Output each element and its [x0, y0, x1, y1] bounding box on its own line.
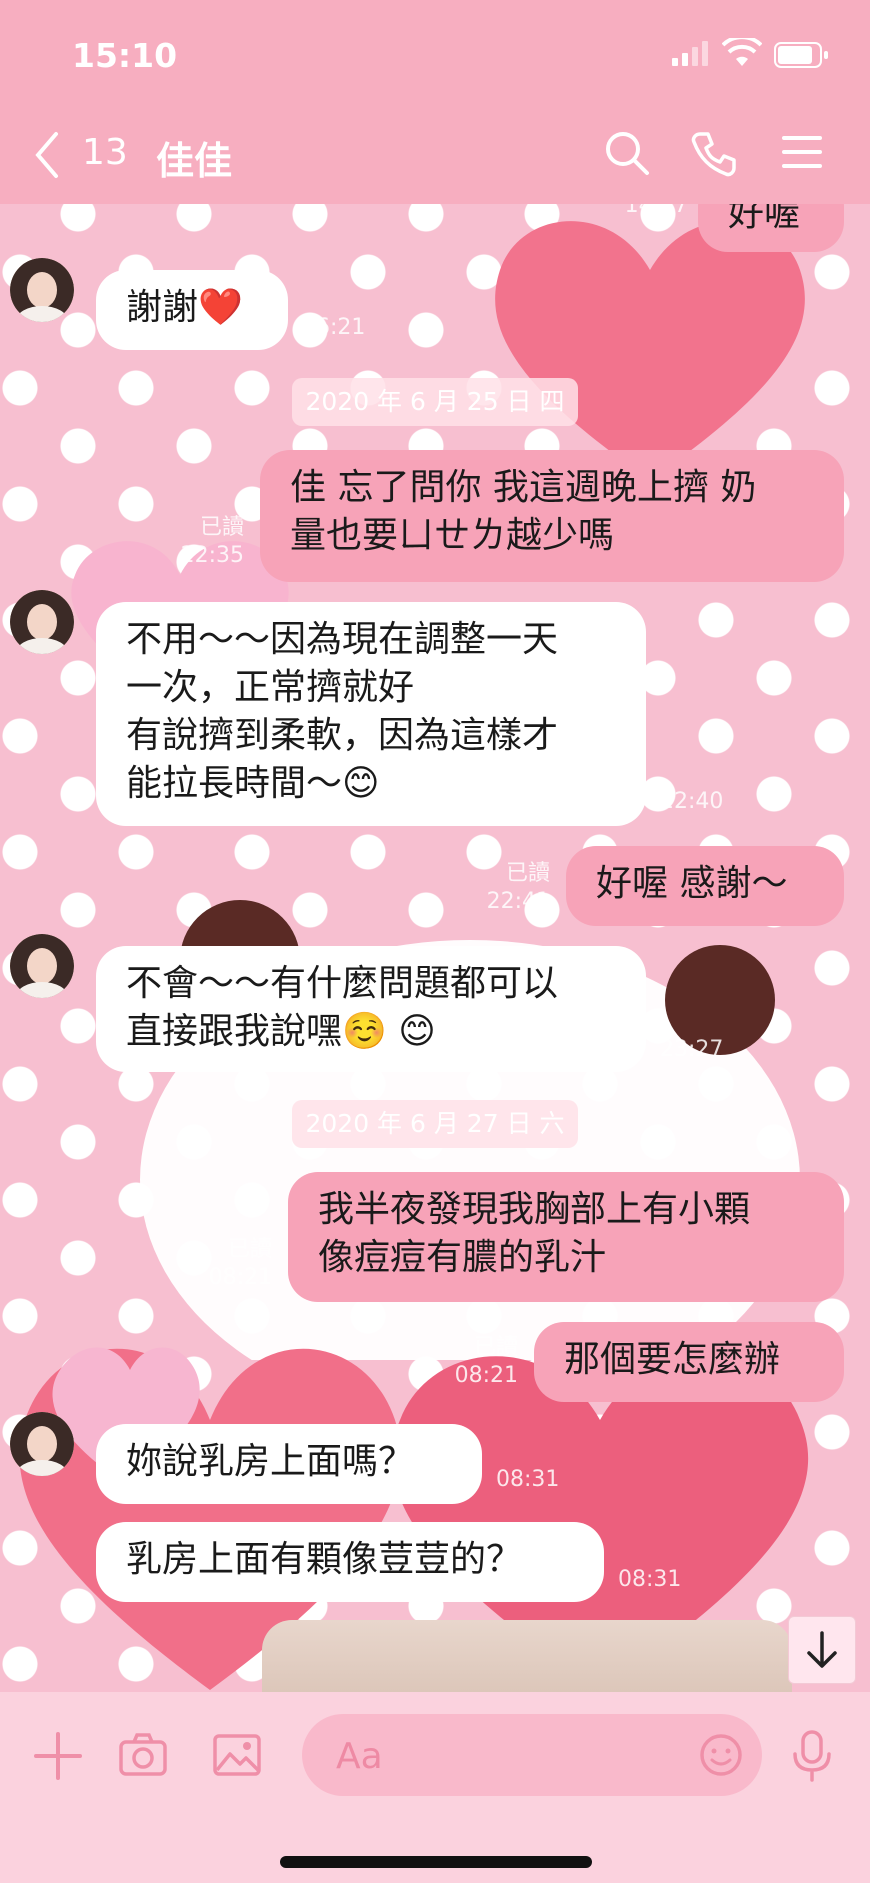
read-receipt: 已讀 [227, 1237, 272, 1262]
message-input-placeholder: Aa [336, 1736, 383, 1777]
status-time: 15:10 [72, 36, 178, 75]
read-receipt: 已讀 [505, 861, 550, 886]
input-bar: Aa [0, 1692, 870, 1883]
outgoing-message[interactable]: 我半夜發現我胸部上有小顆 像痘痘有膿的乳汁 [288, 1172, 844, 1302]
incoming-message[interactable]: 妳說乳房上面嗎？ [96, 1424, 482, 1504]
outgoing-message[interactable]: 那個要怎麼辦 [534, 1322, 844, 1402]
incoming-message[interactable]: 乳房上面有顆像荳荳的？ [96, 1522, 604, 1602]
outgoing-message[interactable]: 佳 忘了問你 我這週晚上擠 奶 量也要ㄩㄝㄌ越少嗎 [260, 450, 844, 582]
arrow-down-icon [807, 1631, 837, 1668]
message-text: 妳說乳房上面嗎？ [126, 1441, 415, 1482]
scroll-to-bottom-button[interactable] [788, 1616, 856, 1684]
read-receipt: 已讀 [199, 515, 244, 540]
chevron-left-icon[interactable] [32, 130, 62, 180]
emoji-icon[interactable] [698, 1732, 744, 1778]
status-bar: 15:10 [0, 0, 870, 108]
message-time: 22:41 [486, 889, 550, 914]
date-separator: 2020 年 6 月 27 日 六 [292, 1100, 578, 1148]
message-time: 23:27 [660, 1037, 724, 1062]
read-receipt: 已讀 [473, 1335, 518, 1360]
message-text: 那個要怎麼辦 [564, 1339, 781, 1380]
message-text: 乳房上面有顆像荳荳的？ [126, 1539, 523, 1580]
message-meta: 已讀 08:21 [172, 1236, 272, 1292]
message-text: 不會～～有什麼問題都可以 直接跟我說嘿☺️ 😊 [126, 963, 559, 1052]
message-meta: 已讀 22:35 [144, 514, 244, 570]
unread-count[interactable]: 13 [82, 132, 128, 173]
message-time: 08:21 [454, 1363, 518, 1388]
chat-title: 佳佳 [156, 139, 233, 183]
message-time: 08:31 [618, 1567, 682, 1592]
avatar[interactable] [10, 258, 74, 322]
phone-icon[interactable] [690, 130, 738, 178]
message-time: 08:31 [496, 1467, 560, 1492]
message-time: 08:21 [208, 1265, 272, 1290]
message-text: 好喔 感謝～ [596, 863, 788, 904]
search-icon[interactable] [604, 130, 650, 176]
message-meta: 已讀 08:21 [418, 1334, 518, 1390]
date-separator: 2020 年 6 月 25 日 四 [292, 378, 578, 426]
message-text: 佳 忘了問你 我這週晚上擠 奶 量也要ㄩㄝㄌ越少嗎 [290, 467, 757, 556]
message-input[interactable]: Aa [302, 1714, 762, 1796]
message-time: 16:21 [302, 315, 366, 340]
message-meta: 已讀 22:41 [450, 860, 550, 916]
plus-icon[interactable] [32, 1730, 84, 1782]
incoming-message[interactable]: 謝謝❤️ [96, 270, 288, 350]
incoming-message[interactable]: 不用～～因為現在調整一天 一次，正常擠就好 有說擠到柔軟，因為這樣才 能拉長時間… [96, 602, 646, 826]
signal-icon [672, 41, 708, 66]
avatar[interactable] [10, 934, 74, 998]
avatar[interactable] [10, 590, 74, 654]
header-overlay: 13 佳佳 [0, 108, 870, 204]
image-icon[interactable] [212, 1730, 262, 1780]
message-text: 我半夜發現我胸部上有小顆 像痘痘有膿的乳汁 [318, 1189, 751, 1278]
message-text: 謝謝❤️ [126, 287, 243, 328]
message-time: 22:40 [660, 789, 724, 814]
menu-icon[interactable] [780, 130, 824, 174]
battery-icon [774, 42, 828, 68]
camera-icon[interactable] [118, 1730, 168, 1780]
incoming-message[interactable]: 不會～～有什麼問題都可以 直接跟我說嘿☺️ 😊 [96, 946, 646, 1072]
mic-icon[interactable] [790, 1730, 834, 1782]
wifi-icon [722, 38, 762, 66]
home-indicator[interactable] [280, 1856, 592, 1868]
outgoing-message[interactable]: 好喔 感謝～ [566, 846, 844, 926]
message-text: 不用～～因為現在調整一天 一次，正常擠就好 有說擠到柔軟，因為這樣才 能拉長時間… [126, 619, 559, 804]
avatar[interactable] [10, 1412, 74, 1476]
message-time: 22:35 [180, 543, 244, 568]
